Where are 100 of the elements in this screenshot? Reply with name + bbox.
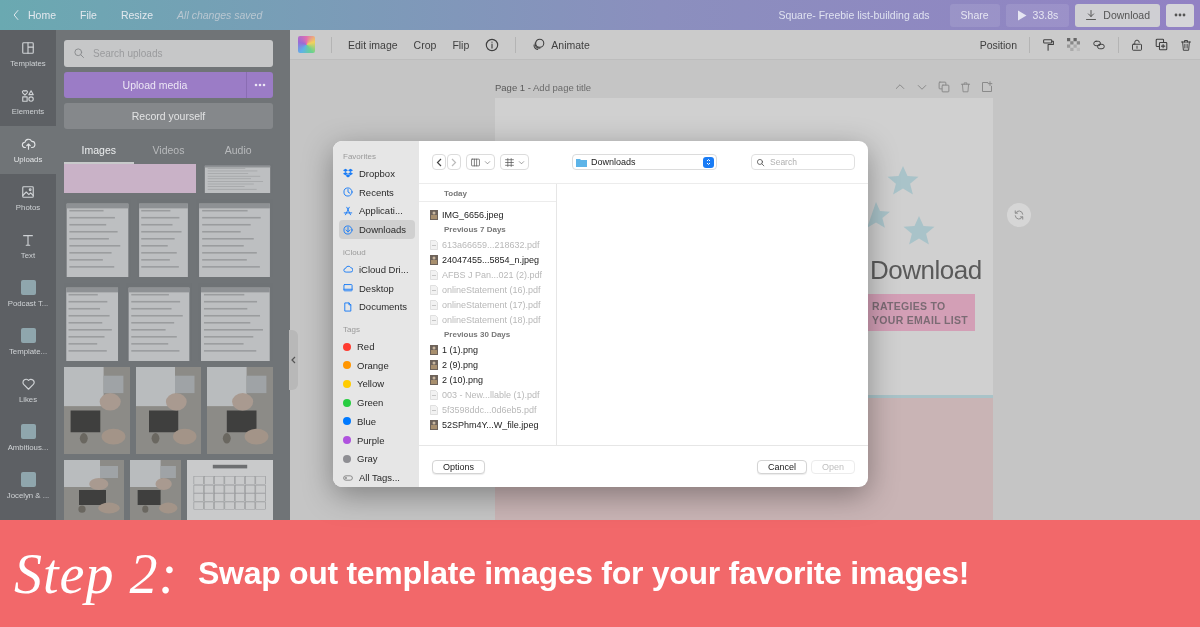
caret-icon <box>484 158 491 166</box>
sidebar-item[interactable]: Gray <box>339 449 415 469</box>
file-name: 2 (10).png <box>442 374 484 385</box>
play-button[interactable]: 33.8s <box>1005 3 1070 27</box>
cloud-icon <box>343 264 353 275</box>
sidebar-item[interactable]: iCloud Dri... <box>339 259 415 279</box>
file-row[interactable]: IMG_6656.jpeg <box>419 207 556 222</box>
transparency-icon[interactable] <box>1067 38 1080 52</box>
animate-icon <box>532 38 546 52</box>
position-button[interactable]: Position <box>979 38 1017 51</box>
desktop-icon <box>343 283 353 294</box>
sidebar-item[interactable]: Applicati... <box>339 201 415 221</box>
pdf-file-icon <box>430 239 438 250</box>
file-name: onlineStatement (17).pdf <box>442 299 541 310</box>
sidebar-label: Dropbox <box>359 167 395 179</box>
file-row[interactable]: 52SPhm4Y...W_file.jpeg <box>419 417 556 432</box>
sidebar-label: iCloud Dri... <box>359 263 409 275</box>
sidebar-item[interactable]: Downloads <box>339 220 415 239</box>
file-row[interactable]: 24047455...5854_n.jpeg <box>419 252 556 267</box>
sidebar-section-heading: iCloud <box>343 247 367 257</box>
sidebar-item[interactable]: Purple <box>339 430 415 450</box>
chevron-left-icon <box>291 356 296 364</box>
clock-icon <box>343 187 353 198</box>
file-name: 613a66659...218632.pdf <box>442 239 540 250</box>
file-name: 52SPhm4Y...W_file.jpeg <box>442 419 539 430</box>
toolbar-button[interactable]: Flip <box>452 38 470 51</box>
search-icon <box>73 47 85 59</box>
location-popup[interactable]: Downloads <box>572 154 717 170</box>
sidebar-item[interactable]: Red <box>339 337 415 356</box>
download-circle-icon <box>343 224 353 235</box>
more-icon <box>254 83 266 87</box>
column-view-button[interactable] <box>466 154 495 170</box>
sidebar-label: All Tags... <box>359 472 400 484</box>
sidebar-item[interactable]: Desktop <box>339 278 415 298</box>
sidebar-label: Purple <box>357 434 385 446</box>
sidebar-item[interactable]: Green <box>339 393 415 413</box>
color-swatch-icon[interactable] <box>298 36 315 54</box>
refresh-icon <box>1013 209 1025 221</box>
refresh-button[interactable] <box>1007 203 1031 227</box>
tab[interactable]: Videos <box>133 137 204 164</box>
record-yourself-button[interactable]: Record yourself <box>64 103 273 130</box>
lock-icon <box>1131 37 1143 52</box>
image-icon <box>21 184 35 199</box>
dropbox-icon <box>343 168 353 179</box>
folder-thumbnail-icon <box>20 280 36 295</box>
sidebar-item[interactable]: All Tags... <box>339 468 415 487</box>
more-button[interactable] <box>246 72 273 98</box>
sidebar-label: Yellow <box>357 378 385 390</box>
section-header: Previous 30 Days <box>443 329 512 341</box>
caret-icon <box>518 158 525 166</box>
download-icon <box>1085 9 1098 21</box>
folder-thumbnail-icon <box>20 424 36 439</box>
file-name: 5f3598ddc...0d6eb5.pdf <box>442 404 537 415</box>
download-button[interactable]: Download <box>1075 3 1160 27</box>
file-row[interactable]: 2 (9).png <box>419 357 556 372</box>
back-button[interactable] <box>432 154 446 170</box>
design-heading[interactable]: Download <box>870 255 982 286</box>
sidebar-item[interactable]: Documents <box>339 297 415 317</box>
tab[interactable]: Audio <box>203 137 273 164</box>
trash-icon <box>1180 37 1192 52</box>
file-row[interactable]: 2 (10).png <box>419 372 556 387</box>
cancel-button[interactable]: Cancel <box>756 459 807 474</box>
sidebar-item[interactable]: Yellow <box>339 374 415 394</box>
toolbar-button[interactable]: Edit image <box>348 38 398 51</box>
stepper-icon <box>703 156 714 168</box>
more-button[interactable] <box>1166 3 1194 27</box>
options-button[interactable]: Options <box>432 459 486 474</box>
file-name: IMG_6656.jpeg <box>442 209 504 220</box>
sidebar-label: Orange <box>357 359 389 371</box>
file-row[interactable]: 1 (1).png <box>419 342 556 357</box>
upload-media-button[interactable]: Upload media <box>64 72 246 98</box>
image-thumbnail-icon <box>430 359 438 370</box>
share-button[interactable]: Share <box>949 3 1000 27</box>
page-title[interactable]: Page 1 - Add page title <box>495 81 592 93</box>
file-name: onlineStatement (18).pdf <box>442 314 541 325</box>
group-view-button[interactable] <box>500 154 529 170</box>
animate-button[interactable]: Animate <box>532 38 590 52</box>
banner-text: RATEGIES TO <box>872 299 947 312</box>
image-thumbnail-icon <box>430 209 438 220</box>
pdf-file-icon <box>430 389 438 400</box>
templates-icon <box>21 40 35 55</box>
sidebar-label: Green <box>357 397 384 409</box>
sidebar-item[interactable]: Blue <box>339 412 415 431</box>
sidebar-item[interactable]: Recents <box>339 182 415 202</box>
collapse-handle[interactable] <box>289 330 298 390</box>
add-page-icon <box>981 81 993 94</box>
sidebar-item[interactable]: Dropbox <box>339 164 415 183</box>
menu-item[interactable]: Resize <box>120 9 154 21</box>
pdf-file-icon <box>430 314 438 325</box>
toolbar-button[interactable]: Crop <box>413 38 437 51</box>
sidebar-label: Recents <box>359 186 394 198</box>
banner-headline: Swap out template images for your favorite images! <box>198 555 970 592</box>
document-title[interactable]: Square- Freebie list-building ads <box>778 9 930 21</box>
folder-thumbnail-icon <box>20 472 36 487</box>
image-thumbnail-icon <box>430 374 438 385</box>
sidebar-item[interactable]: Orange <box>339 355 415 375</box>
banner-text: YOUR EMAIL LIST <box>872 313 969 326</box>
link-icon <box>1092 38 1106 51</box>
tags-icon <box>343 472 353 483</box>
search-field[interactable]: Search <box>751 154 855 170</box>
